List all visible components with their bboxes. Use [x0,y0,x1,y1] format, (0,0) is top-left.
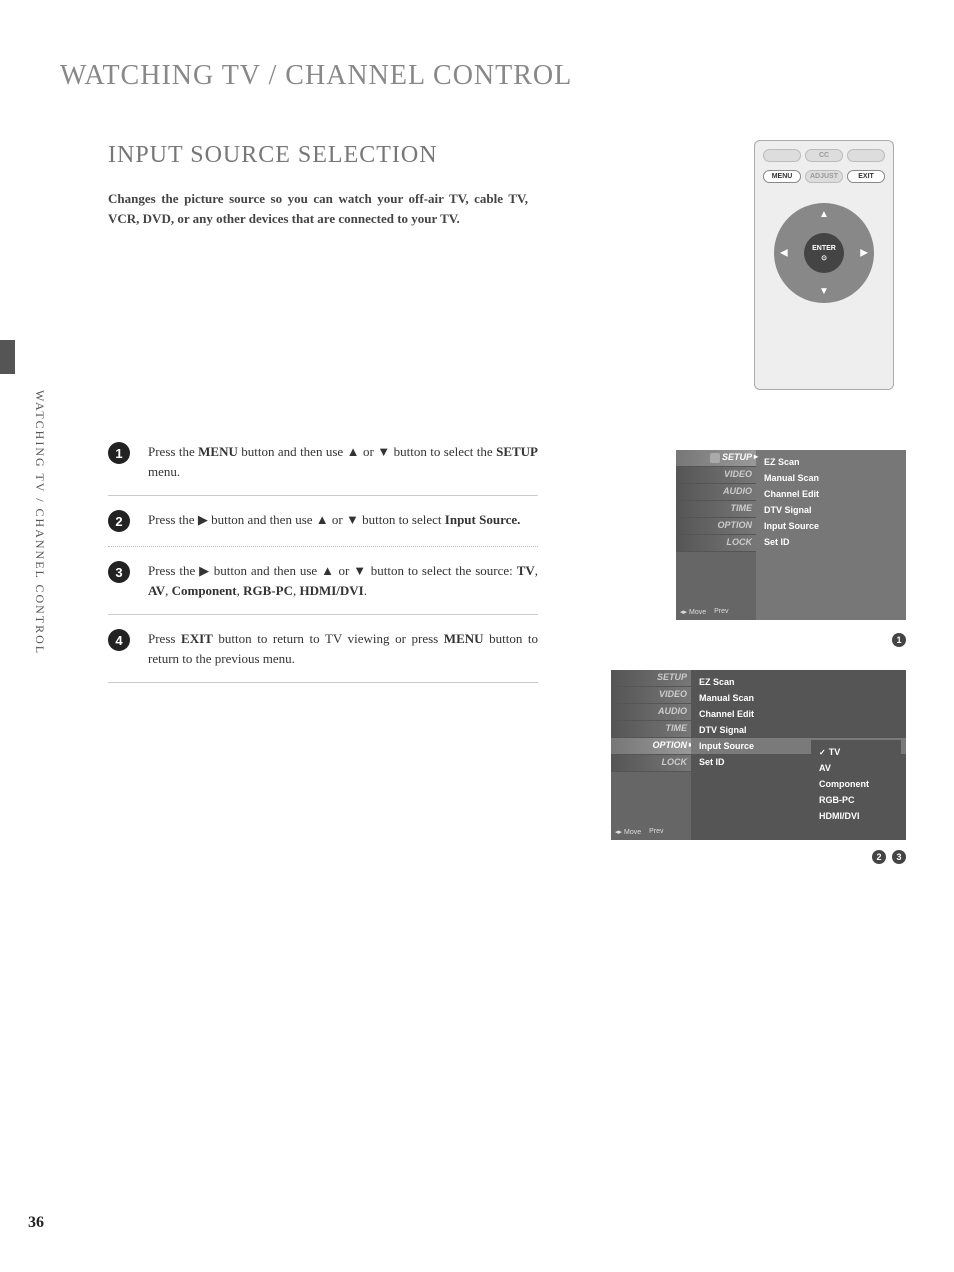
osd-item-manualscan: Manual Scan [691,690,906,706]
remote-btn-blank [763,149,801,162]
osd-item-ezscan: EZ Scan [756,454,906,470]
osd-tab-audio: AUDIO [611,704,691,721]
remote-dpad: ▲ ▼ ◀ ▶ ENTER ⊙ [774,203,874,303]
step-bullet: 4 [108,629,130,651]
osd-tab-setup: SETUP [611,670,691,687]
side-label: WATCHING TV / CHANNEL CONTROL [32,390,47,655]
osd-tab-lock: LOCK [676,535,756,552]
check-icon: ✓ [819,748,826,757]
step-text: Press the ▶ button and then use ▲ or ▼ b… [148,561,538,600]
osd-tab-lock: LOCK [611,755,691,772]
osd-item-setid: Set ID [756,534,906,550]
arrow-down-icon: ▼ [819,286,829,297]
osd-tab-setup: SETUP [676,450,756,467]
osd-tab-video: VIDEO [611,687,691,704]
step-bullet: 2 [108,510,130,532]
section-title: WATCHING TV / CHANNEL CONTROL [60,60,904,92]
osd-input-source-submenu: ✓TV AV Component RGB-PC HDMI/DVI [811,740,901,828]
step-text: Press the MENU button and then use ▲ or … [148,442,538,481]
step-text: Press EXIT button to return to TV viewin… [148,629,538,668]
arrow-left-icon: ◀ [780,248,788,259]
osd-input-source-menu: SETUP VIDEO AUDIO TIME OPTION LOCK ◂▸ Mo… [611,670,906,845]
osd-footer: ◂▸ Move Prev [615,828,687,836]
arrow-right-icon: ▶ [860,248,868,259]
osd-item-dtvsignal: DTV Signal [691,722,906,738]
remote-illustration: CC MENU ADJUST EXIT ▲ ▼ ◀ ▶ ENTER ⊙ [754,140,894,390]
osd-tab-option: OPTION [611,738,691,755]
step-1: 1 Press the MENU button and then use ▲ o… [108,428,538,496]
osd-tab-video: VIDEO [676,467,756,484]
osd-source-rgbpc: RGB-PC [811,792,901,808]
step-bullet: 1 [108,442,130,464]
callout-2: 2 [872,850,886,864]
callout-3: 3 [892,850,906,864]
callout-1: 1 [892,633,906,647]
intro-text: Changes the picture source so you can wa… [108,189,528,228]
remote-btn-enter: ENTER ⊙ [804,233,844,273]
osd-tab-time: TIME [676,501,756,518]
steps-list: 1 Press the MENU button and then use ▲ o… [108,428,538,683]
remote-btn-adjust: ADJUST [805,170,843,183]
remote-btn-blank2 [847,149,885,162]
remote-btn-cc: CC [805,149,843,162]
osd-tab-audio: AUDIO [676,484,756,501]
osd-item-manualscan: Manual Scan [756,470,906,486]
osd-item-channeledit: Channel Edit [756,486,906,502]
osd-item-dtvsignal: DTV Signal [756,502,906,518]
osd-item-channeledit: Channel Edit [691,706,906,722]
remote-btn-menu: MENU [763,170,801,183]
page-number: 36 [28,1214,44,1232]
osd-setup-menu: SETUP VIDEO AUDIO TIME OPTION LOCK ◂▸ Mo… [676,450,906,625]
osd-item-inputsource: Input Source [756,518,906,534]
osd-source-tv: ✓TV [811,744,901,760]
osd-item-ezscan: EZ Scan [691,674,906,690]
osd-tab-option: OPTION [676,518,756,535]
osd-source-hdmidvi: HDMI/DVI [811,808,901,824]
step-2: 2 Press the ▶ button and then use ▲ or ▼… [108,496,538,547]
osd-footer: ◂▸ Move Prev [680,608,752,616]
osd-tab-time: TIME [611,721,691,738]
step-3: 3 Press the ▶ button and then use ▲ or ▼… [108,547,538,615]
osd-source-component: Component [811,776,901,792]
arrow-up-icon: ▲ [819,209,829,220]
side-tab-marker [0,340,15,374]
step-bullet: 3 [108,561,130,583]
osd-source-av: AV [811,760,901,776]
step-4: 4 Press EXIT button to return to TV view… [108,615,538,683]
remote-btn-exit: EXIT [847,170,885,183]
step-text: Press the ▶ button and then use ▲ or ▼ b… [148,510,520,530]
